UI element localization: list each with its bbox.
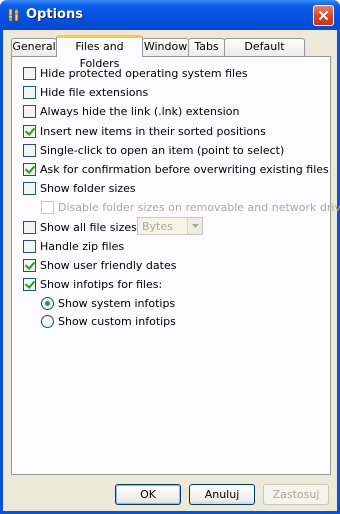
option-show-infotips[interactable]: Show infotips for files: <box>23 276 162 292</box>
option-label: Hide file extensions <box>40 85 149 99</box>
files-and-folders-panel: Hide protected operating system files Hi… <box>11 56 340 475</box>
option-show-folder-sizes[interactable]: Show folder sizes <box>23 180 136 196</box>
tab-files-and-folders[interactable]: Files and Folders <box>56 35 143 70</box>
option-handle-zip[interactable]: Handle zip files <box>23 238 124 254</box>
tab-default-settings[interactable]: Default Settings <box>224 38 305 69</box>
checkbox[interactable] <box>23 220 36 234</box>
tab-label: Window <box>143 40 188 53</box>
radio-button[interactable] <box>41 296 54 310</box>
option-label: Show system infotips <box>58 296 176 310</box>
tab-strip: General Files and Folders Window Tabs De… <box>11 35 331 70</box>
option-label: Show custom infotips <box>58 314 176 328</box>
option-label: Always hide the link (.lnk) extension <box>40 104 240 118</box>
size-unit-value: Bytes <box>142 220 173 233</box>
option-hide-extensions[interactable]: Hide file extensions <box>23 84 148 100</box>
checkbox[interactable] <box>23 104 36 118</box>
dropdown-button <box>187 218 202 234</box>
ok-button[interactable]: OK <box>115 484 181 505</box>
cancel-button[interactable]: Anuluj <box>189 484 255 505</box>
tab-window[interactable]: Window <box>142 38 189 56</box>
checkbox[interactable] <box>23 143 36 157</box>
option-hide-protected[interactable]: Hide protected operating system files <box>23 65 248 81</box>
checkbox[interactable] <box>23 181 36 195</box>
checkbox[interactable] <box>23 258 36 272</box>
option-confirm-overwrite[interactable]: Ask for confirmation before overwriting … <box>23 161 329 177</box>
option-label: Show infotips for files: <box>40 277 163 291</box>
option-label: Show folder sizes <box>40 181 136 195</box>
close-button[interactable] <box>313 5 334 26</box>
checkbox[interactable] <box>23 66 36 80</box>
tab-general[interactable]: General <box>11 38 57 56</box>
option-label: Insert new items in their sorted positio… <box>40 124 266 138</box>
option-custom-infotips[interactable]: Show custom infotips <box>41 313 176 329</box>
radio-button[interactable] <box>41 314 54 328</box>
option-label: Disable folder sizes on removable and ne… <box>58 200 340 214</box>
checkbox[interactable] <box>23 124 36 138</box>
button-label: Anuluj <box>204 488 240 501</box>
tab-label: Tabs <box>194 40 219 53</box>
dialog-body: General Files and Folders Window Tabs De… <box>3 30 340 511</box>
close-icon <box>318 10 329 21</box>
checkbox[interactable] <box>23 277 36 291</box>
tab-label: Files and Folders <box>75 40 124 70</box>
apply-button: Zastosuj <box>263 484 329 505</box>
option-label: Hide protected operating system files <box>40 66 248 80</box>
option-label: Show user friendly dates <box>40 258 177 272</box>
option-label: Handle zip files <box>40 239 125 253</box>
option-disable-folder-sizes: Disable folder sizes on removable and ne… <box>41 199 340 215</box>
checkbox[interactable] <box>23 162 36 176</box>
option-friendly-dates[interactable]: Show user friendly dates <box>23 257 176 273</box>
checkbox <box>41 200 54 214</box>
window-title: Options <box>26 7 83 22</box>
title-bar[interactable]: Options <box>0 0 340 30</box>
button-label: OK <box>140 488 156 501</box>
option-system-infotips[interactable]: Show system infotips <box>41 295 175 311</box>
option-label: Ask for confirmation before overwriting … <box>40 162 329 176</box>
options-dialog: Options General Files and Folders Window… <box>0 0 340 514</box>
tab-label: General <box>12 40 56 53</box>
tab-tabs[interactable]: Tabs <box>188 38 225 56</box>
option-show-all-sizes[interactable]: Show all file sizes in: <box>23 219 154 235</box>
option-single-click[interactable]: Single-click to open an item (point to s… <box>23 142 284 158</box>
option-hide-lnk[interactable]: Always hide the link (.lnk) extension <box>23 103 239 119</box>
app-icon <box>8 8 19 22</box>
checkbox[interactable] <box>23 239 36 253</box>
size-unit-select: Bytes <box>137 217 203 235</box>
button-label: Zastosuj <box>272 488 320 501</box>
option-insert-sorted[interactable]: Insert new items in their sorted positio… <box>23 123 266 139</box>
option-label: Single-click to open an item (point to s… <box>40 143 285 157</box>
chevron-down-icon <box>192 224 199 228</box>
checkbox[interactable] <box>23 85 36 99</box>
